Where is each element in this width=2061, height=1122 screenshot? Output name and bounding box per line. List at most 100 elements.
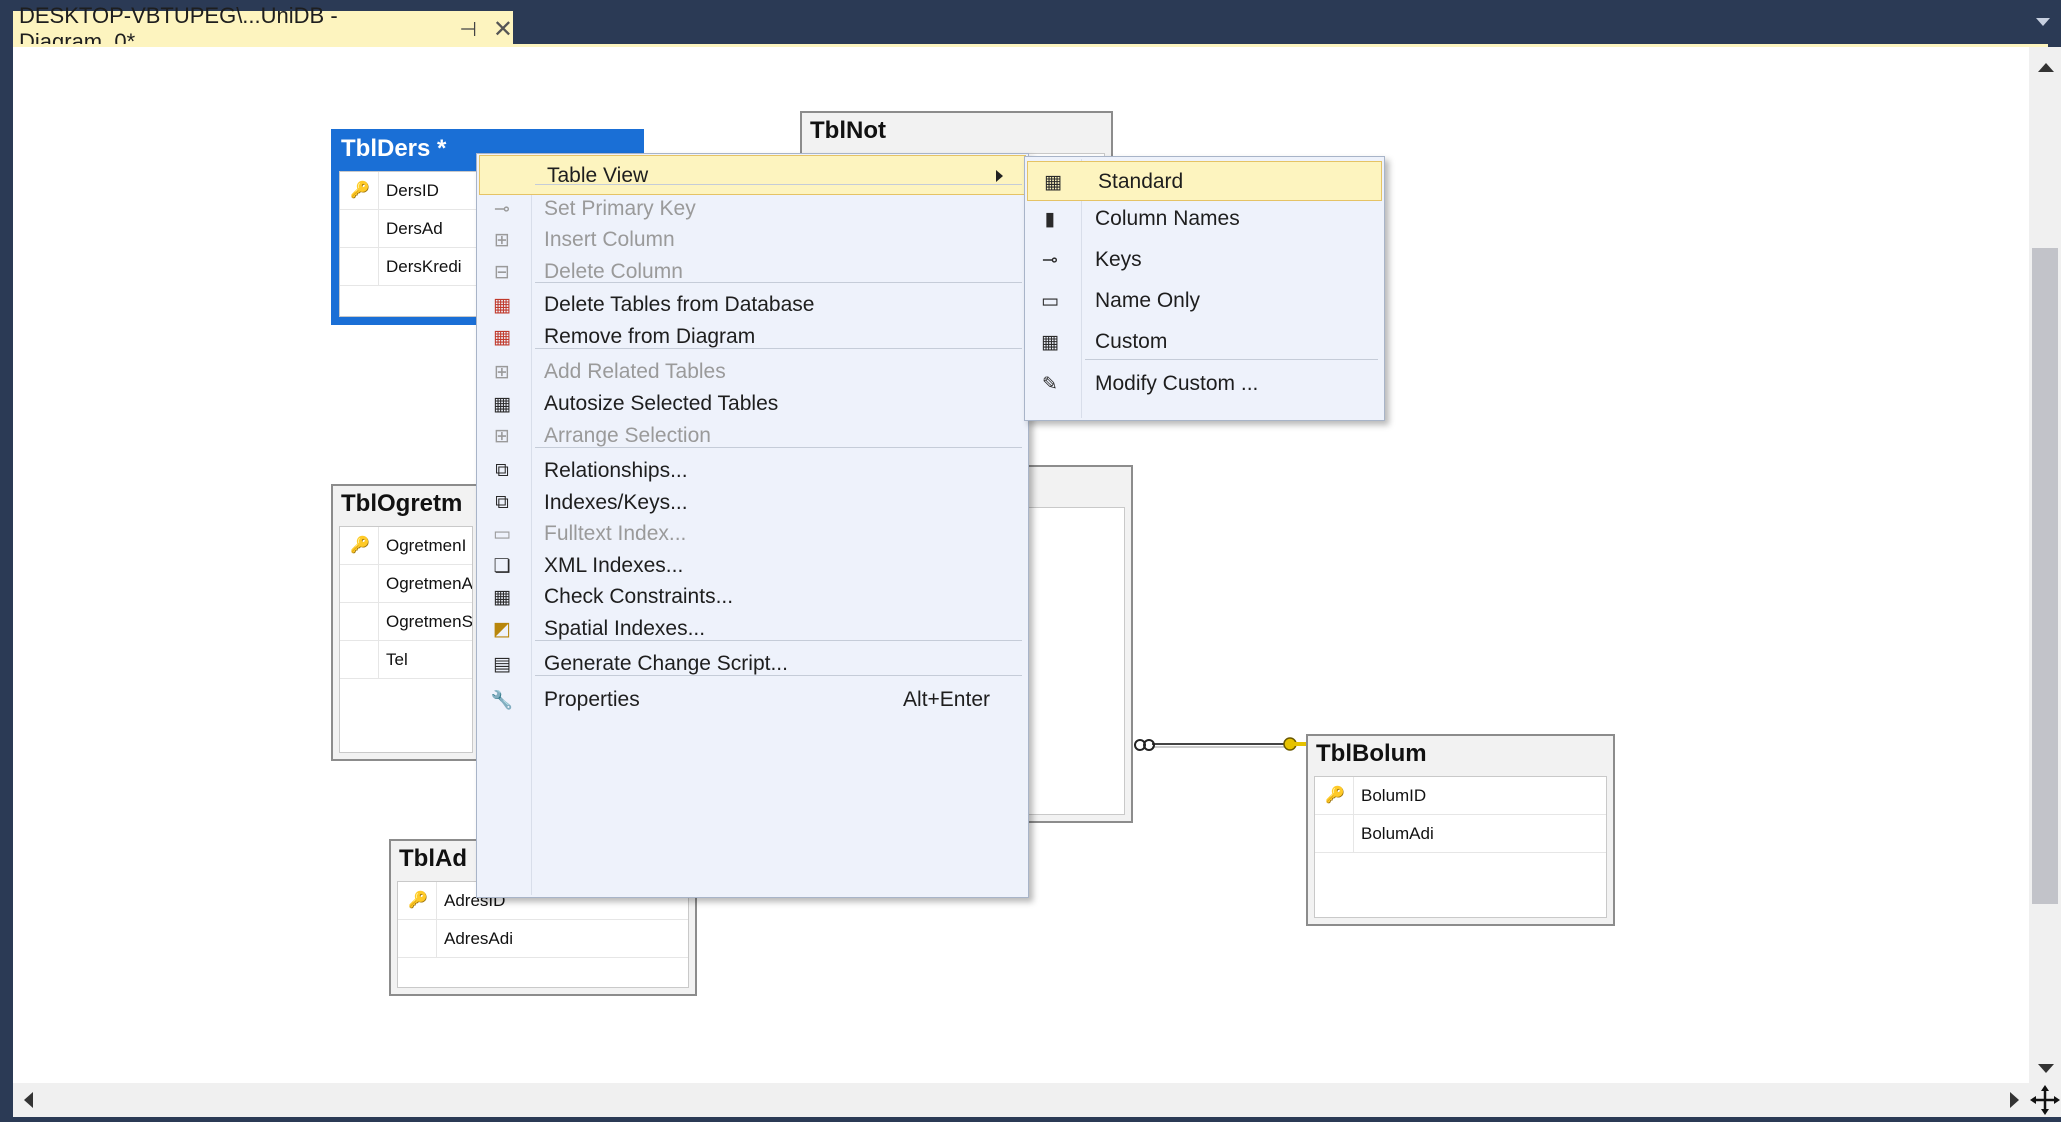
submenu-item[interactable]: ▭ Name Only (1025, 281, 1384, 321)
menu-separator (535, 640, 1022, 641)
table-title: TblNot (810, 117, 886, 144)
custom-icon: ▦ (1041, 331, 1059, 353)
submenu-item-label: Standard (1098, 170, 1184, 193)
relationship-line[interactable] (1130, 728, 1310, 758)
primary-key-icon: 🔑 (408, 892, 428, 909)
primary-key-icon: 🔑 (1325, 787, 1345, 804)
tab-dropdown-icon[interactable] (2036, 18, 2050, 26)
horizontal-scrollbar[interactable] (13, 1083, 2029, 1117)
fulltext-icon: ▭ (493, 523, 511, 545)
context-menu-item: ⊞ Arrange Selection (477, 416, 1028, 456)
table-tblogretmen[interactable]: TblOgretm 🔑 OgretmenI OgretmenA OgretmenS… (331, 484, 481, 761)
spatial-icon: ◩ (493, 618, 511, 640)
pencil-icon: ✎ (1042, 373, 1058, 395)
table-tblbolum[interactable]: TblBolum 🔑 BolumID BolumAdi (1306, 734, 1615, 926)
arrange-icon: ⊞ (494, 425, 510, 447)
pan-corner[interactable] (2029, 1083, 2061, 1117)
context-menu-item-label: Check Constraints... (544, 585, 734, 608)
scroll-right-arrow-icon[interactable] (2010, 1092, 2019, 1108)
menu-separator (535, 184, 1022, 185)
standard-grid-icon: ▦ (1044, 171, 1062, 193)
check-constraints-icon: ▦ (493, 586, 511, 608)
pin-icon[interactable]: ⊣ (459, 17, 476, 42)
scroll-down-arrow-icon[interactable] (2038, 1064, 2054, 1073)
table-grid (1018, 507, 1125, 815)
menu-separator (535, 447, 1022, 448)
context-menu-item-label: Add Related Tables (544, 360, 726, 383)
context-menu-item-label: Properties (544, 688, 640, 711)
context-menu-item-label: Indexes/Keys... (544, 491, 688, 514)
table-row[interactable]: AdresAdi (398, 920, 688, 958)
context-menu-item-label: Insert Column (544, 228, 675, 251)
context-menu-item-label: Remove from Diagram (544, 325, 756, 348)
submenu-item[interactable]: ▦ Custom (1025, 322, 1384, 362)
table-title: TblBolum (1316, 740, 1427, 767)
submenu-arrow-icon (996, 170, 1003, 182)
context-menu-item[interactable]: ◩ Spatial Indexes... (477, 609, 1028, 649)
table-row[interactable]: OgretmenS (340, 603, 472, 641)
document-tab[interactable]: DESKTOP-VBTUPEG\...UniDB - Diagram_0* ⊣ … (13, 3, 513, 54)
vertical-scroll-thumb[interactable] (2032, 248, 2058, 904)
context-menu-item-label: Autosize Selected Tables (544, 392, 779, 415)
primary-key-icon: 🔑 (350, 182, 370, 199)
delete-table-icon: ▦ (493, 294, 511, 316)
wrench-icon: 🔧 (490, 689, 514, 710)
context-menu-item-label: Set Primary Key (544, 197, 696, 220)
submenu-item[interactable]: ▮ Column Names (1025, 199, 1384, 239)
insert-column-icon: ⊞ (494, 229, 510, 251)
table-view-submenu: ▦ Standard ▮ Column Names ⊸ Keys ▭ Name Only ▦ Cu… (1024, 156, 1385, 421)
table-grid: 🔑 BolumID BolumAdi (1314, 776, 1607, 918)
context-menu: Table View ⊸ Set Primary Key ⊞ Insert Column… (476, 153, 1029, 898)
table-title: TblAd (399, 845, 467, 872)
table-title: TblDers * (341, 135, 447, 162)
submenu-item[interactable]: ▦ Standard (1027, 161, 1382, 201)
context-menu-item[interactable]: 🔧 Properties Alt+Enter (477, 680, 1028, 720)
context-menu-item-label: Fulltext Index... (544, 522, 687, 545)
submenu-item-label: Keys (1095, 248, 1142, 271)
context-menu-item-label: Generate Change Script... (544, 652, 788, 675)
keys-icon: ⊸ (1042, 249, 1058, 271)
submenu-item[interactable]: ⊸ Keys (1025, 240, 1384, 280)
submenu-item-label: Modify Custom ... (1095, 372, 1259, 395)
context-menu-item-label: Delete Column (544, 260, 683, 283)
submenu-item-label: Custom (1095, 330, 1168, 353)
submenu-item-label: Column Names (1095, 207, 1240, 230)
context-menu-item-label: Relationships... (544, 459, 688, 482)
context-menu-item-label: Delete Tables from Database (544, 293, 815, 316)
context-menu-item-label: XML Indexes... (544, 554, 684, 577)
menu-separator (535, 675, 1022, 676)
table-row[interactable]: OgretmenA (340, 565, 472, 603)
context-menu-item[interactable]: ▤ Generate Change Script... (477, 644, 1028, 684)
table-row[interactable]: Tel (340, 641, 472, 679)
script-icon: ▤ (493, 653, 511, 675)
menu-separator (535, 282, 1022, 283)
table-row[interactable]: 🔑 BolumID (1315, 777, 1606, 815)
pan-move-icon[interactable] (2029, 1083, 2061, 1117)
name-only-icon: ▭ (1041, 290, 1059, 312)
key-icon: ⊸ (494, 198, 510, 220)
add-related-icon: ⊞ (494, 361, 510, 383)
delete-column-icon: ⊟ (494, 261, 510, 283)
xml-icon: ❏ (493, 555, 511, 577)
submenu-item-label: Name Only (1095, 289, 1201, 312)
context-menu-item[interactable]: ▦ Remove from Diagram (477, 317, 1028, 357)
scroll-left-arrow-icon[interactable] (24, 1092, 33, 1108)
primary-key-icon: 🔑 (350, 537, 370, 554)
relationships-icon: ⧉ (495, 460, 509, 481)
remove-table-icon: ▦ (493, 326, 511, 348)
context-menu-item-label: Spatial Indexes... (544, 617, 706, 640)
context-menu-item-label: Arrange Selection (544, 424, 711, 447)
submenu-item[interactable]: ✎ Modify Custom ... (1025, 364, 1384, 404)
menu-separator (1085, 359, 1378, 360)
table-row[interactable]: 🔑 OgretmenI (340, 527, 472, 565)
scroll-up-arrow-icon[interactable] (2038, 63, 2054, 72)
autosize-icon: ▦ (493, 393, 511, 415)
shortcut-label: Alt+Enter (903, 688, 990, 711)
menu-icon-placeholder (492, 163, 518, 189)
close-icon[interactable]: ✕ (493, 15, 513, 44)
menu-separator (535, 348, 1022, 349)
indexes-icon: ⧉ (495, 492, 509, 513)
table-title: TblOgretm (341, 490, 463, 517)
table-grid: 🔑 OgretmenI OgretmenA OgretmenS Tel (339, 526, 473, 753)
table-row[interactable]: BolumAdi (1315, 815, 1606, 853)
